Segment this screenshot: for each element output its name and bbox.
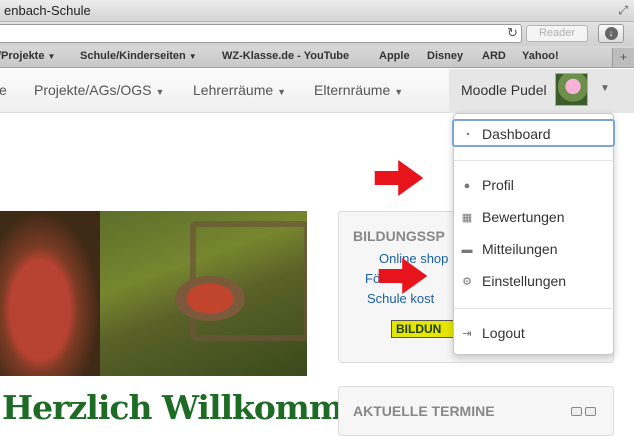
user-dropdown-menu: ◔ Dashboard ● Profil ▦ Bewertungen ▬ Mit… [452,113,615,355]
download-icon: ↓ [604,27,618,40]
bildung-badge[interactable]: BILDUN [391,320,461,338]
logout-icon: ⇥ [462,328,472,340]
menu-item-logout[interactable]: ⇥ Logout [454,320,615,348]
nav-item-elternraeume[interactable]: Elternräume ▼ [314,82,403,98]
nav-item-projekte[interactable]: Projekte/AGs/OGS ▼ [34,82,164,98]
user-icon: ● [463,180,471,192]
user-name: Moodle Pudel [461,82,547,98]
menu-item-dashboard[interactable]: ◔ Dashboard [452,119,615,147]
download-button[interactable]: ↓ [598,24,624,43]
red-arrow-annotation [374,160,424,196]
dock-icon[interactable] [585,407,596,416]
avatar [555,73,588,106]
address-toolbar: ↻ Reader ↓ [0,22,634,46]
bookmark-projekte[interactable]: /Projekte ▼ [0,50,55,62]
gear-icon: ⚙ [462,276,472,288]
window-titlebar: enbach-Schule ⤢ [0,0,634,22]
bookmark-apple[interactable]: Apple [379,50,410,62]
chevron-down-icon: ▼ [188,52,197,61]
reload-icon[interactable]: ↻ [507,25,518,41]
bookmark-yahoo[interactable]: Yahoo! [522,50,559,62]
add-tab-icon[interactable]: + [612,48,634,67]
user-menu-toggle[interactable]: Moodle Pudel ▼ [449,69,634,113]
block-title: BILDUNGSSP [353,228,445,244]
speech-bubble-icon: ▬ [461,244,473,256]
menu-item-profil[interactable]: ● Profil [454,172,615,200]
bookmark-disney[interactable]: Disney [427,50,463,62]
address-field[interactable] [0,24,522,43]
table-icon: ▦ [461,212,473,224]
bookmark-wz-klasse[interactable]: WZ-Klasse.de - YouTube [222,50,349,62]
menu-divider [454,160,615,161]
window-title: enbach-Schule [4,3,91,18]
bookmark-ard[interactable]: ARD [482,50,506,62]
bookmarks-bar: /Projekte ▼ Schule/Kinderseiten ▼ WZ-Klass… [0,46,634,68]
menu-item-einstellungen[interactable]: ⚙ Einstellungen [454,268,615,296]
welcome-heading: Herzlich Willkommen [2,388,387,427]
bookmark-schule-kinderseiten[interactable]: Schule/Kinderseiten ▼ [80,50,197,62]
block-title: AKTUELLE TERMINE [353,403,495,419]
menu-item-mitteilungen[interactable]: ▬ Mitteilungen [454,236,615,264]
menu-item-bewertungen[interactable]: ▦ Bewertungen [454,204,615,232]
collapse-icon[interactable] [571,407,582,416]
fullscreen-icon[interactable]: ⤢ [618,3,628,18]
nav-item-home[interactable]: e [0,82,7,98]
reader-button[interactable]: Reader [526,25,588,42]
chevron-down-icon: ▼ [155,87,165,97]
red-arrow-annotation [378,258,428,294]
dashboard-icon: ◔ [463,129,471,141]
menu-divider [454,308,615,309]
nav-item-lehrerraeume[interactable]: Lehrerräume ▼ [193,82,286,98]
site-navbar: e Projekte/AGs/OGS ▼ Lehrerräume ▼ Elternr… [0,69,634,113]
chevron-down-icon: ▼ [277,87,287,97]
apple-basket-photo [0,211,307,376]
chevron-down-icon: ▼ [600,83,610,94]
chevron-down-icon: ▼ [394,87,404,97]
chevron-down-icon: ▼ [47,52,56,61]
